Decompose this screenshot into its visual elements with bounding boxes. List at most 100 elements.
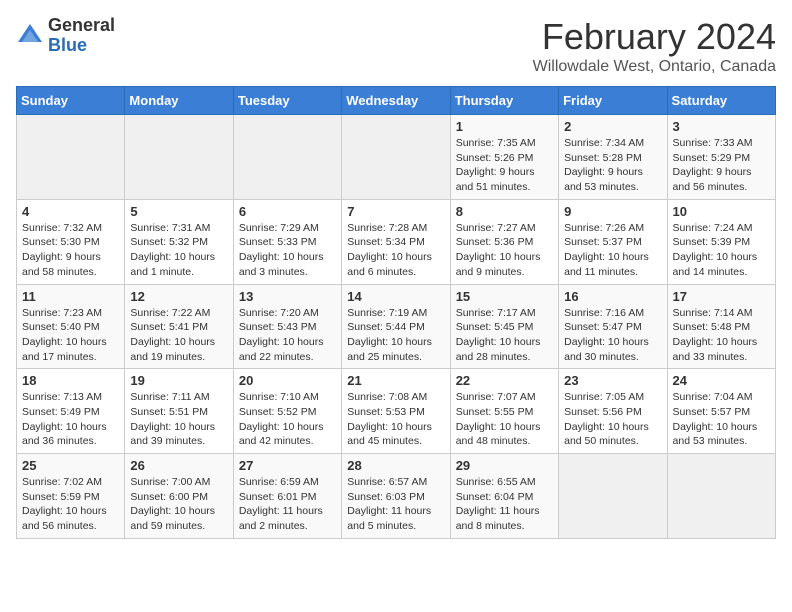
day-info: Sunrise: 7:08 AM Sunset: 5:53 PM Dayligh… bbox=[347, 390, 444, 449]
day-number: 10 bbox=[673, 204, 770, 219]
logo-blue-text: Blue bbox=[48, 35, 87, 55]
day-info: Sunrise: 7:35 AM Sunset: 5:26 PM Dayligh… bbox=[456, 136, 553, 195]
logo-general-text: General bbox=[48, 15, 115, 35]
calendar-cell: 2 Sunrise: 7:34 AM Sunset: 5:28 PM Daylig… bbox=[559, 115, 667, 200]
calendar-cell bbox=[559, 454, 667, 539]
day-number: 6 bbox=[239, 204, 336, 219]
day-info: Sunrise: 7:28 AM Sunset: 5:34 PM Dayligh… bbox=[347, 221, 444, 280]
day-number: 5 bbox=[130, 204, 227, 219]
day-info: Sunrise: 7:22 AM Sunset: 5:41 PM Dayligh… bbox=[130, 306, 227, 365]
day-info: Sunrise: 7:33 AM Sunset: 5:29 PM Dayligh… bbox=[673, 136, 770, 195]
header-saturday: Saturday bbox=[667, 87, 775, 115]
week-row-4: 18Sunrise: 7:13 AM Sunset: 5:49 PM Dayli… bbox=[17, 369, 776, 454]
subtitle: Willowdale West, Ontario, Canada bbox=[533, 58, 776, 76]
calendar-header-row: SundayMondayTuesdayWednesdayThursdayFrid… bbox=[17, 87, 776, 115]
calendar-cell: 21Sunrise: 7:08 AM Sunset: 5:53 PM Dayli… bbox=[342, 369, 450, 454]
day-number: 19 bbox=[130, 373, 227, 388]
day-info: Sunrise: 7:20 AM Sunset: 5:43 PM Dayligh… bbox=[239, 306, 336, 365]
day-info: Sunrise: 7:27 AM Sunset: 5:36 PM Dayligh… bbox=[456, 221, 553, 280]
day-number: 29 bbox=[456, 458, 553, 473]
calendar-cell: 15 Sunrise: 7:17 AM Sunset: 5:45 PM Dayli… bbox=[450, 284, 558, 369]
header-sunday: Sunday bbox=[17, 87, 125, 115]
day-number: 12 bbox=[130, 289, 227, 304]
week-row-1: 1Sunrise: 7:35 AM Sunset: 5:26 PM Daylig… bbox=[17, 115, 776, 200]
day-number: 15 bbox=[456, 289, 553, 304]
calendar-cell: 23 Sunrise: 7:05 AM Sunset: 5:56 PM Dayli… bbox=[559, 369, 667, 454]
week-row-3: 11 Sunrise: 7:23 AM Sunset: 5:40 PM Dayli… bbox=[17, 284, 776, 369]
header-monday: Monday bbox=[125, 87, 233, 115]
calendar-cell: 7 Sunrise: 7:28 AM Sunset: 5:34 PM Daylig… bbox=[342, 199, 450, 284]
logo-icon bbox=[16, 22, 44, 50]
day-number: 9 bbox=[564, 204, 661, 219]
day-info: Sunrise: 7:04 AM Sunset: 5:57 PM Dayligh… bbox=[673, 390, 770, 449]
calendar-table: SundayMondayTuesdayWednesdayThursdayFrid… bbox=[16, 86, 776, 539]
day-number: 20 bbox=[239, 373, 336, 388]
day-number: 8 bbox=[456, 204, 553, 219]
calendar-cell: 9 Sunrise: 7:26 AM Sunset: 5:37 PM Daylig… bbox=[559, 199, 667, 284]
day-number: 18 bbox=[22, 373, 119, 388]
calendar-cell: 6Sunrise: 7:29 AM Sunset: 5:33 PM Daylig… bbox=[233, 199, 341, 284]
day-number: 3 bbox=[673, 119, 770, 134]
header-friday: Friday bbox=[559, 87, 667, 115]
calendar-cell: 4 Sunrise: 7:32 AM Sunset: 5:30 PM Daylig… bbox=[17, 199, 125, 284]
day-info: Sunrise: 7:24 AM Sunset: 5:39 PM Dayligh… bbox=[673, 221, 770, 280]
title-area: February 2024 Willowdale West, Ontario, … bbox=[533, 16, 776, 76]
week-row-2: 4 Sunrise: 7:32 AM Sunset: 5:30 PM Daylig… bbox=[17, 199, 776, 284]
day-info: Sunrise: 7:10 AM Sunset: 5:52 PM Dayligh… bbox=[239, 390, 336, 449]
header-wednesday: Wednesday bbox=[342, 87, 450, 115]
calendar-cell: 28 Sunrise: 6:57 AM Sunset: 6:03 PM Dayli… bbox=[342, 454, 450, 539]
calendar-cell: 26Sunrise: 7:00 AM Sunset: 6:00 PM Dayli… bbox=[125, 454, 233, 539]
header-thursday: Thursday bbox=[450, 87, 558, 115]
day-number: 28 bbox=[347, 458, 444, 473]
calendar-cell: 16Sunrise: 7:16 AM Sunset: 5:47 PM Dayli… bbox=[559, 284, 667, 369]
calendar-cell: 10 Sunrise: 7:24 AM Sunset: 5:39 PM Dayli… bbox=[667, 199, 775, 284]
day-info: Sunrise: 6:59 AM Sunset: 6:01 PM Dayligh… bbox=[239, 475, 336, 534]
day-number: 11 bbox=[22, 289, 119, 304]
calendar-cell: 5 Sunrise: 7:31 AM Sunset: 5:32 PM Daylig… bbox=[125, 199, 233, 284]
calendar-cell: 13 Sunrise: 7:20 AM Sunset: 5:43 PM Dayli… bbox=[233, 284, 341, 369]
day-info: Sunrise: 7:02 AM Sunset: 5:59 PM Dayligh… bbox=[22, 475, 119, 534]
day-info: Sunrise: 7:31 AM Sunset: 5:32 PM Dayligh… bbox=[130, 221, 227, 280]
calendar-cell: 19Sunrise: 7:11 AM Sunset: 5:51 PM Dayli… bbox=[125, 369, 233, 454]
day-number: 13 bbox=[239, 289, 336, 304]
day-number: 16 bbox=[564, 289, 661, 304]
calendar-cell bbox=[125, 115, 233, 200]
day-info: Sunrise: 7:07 AM Sunset: 5:55 PM Dayligh… bbox=[456, 390, 553, 449]
day-info: Sunrise: 6:57 AM Sunset: 6:03 PM Dayligh… bbox=[347, 475, 444, 534]
calendar-cell: 22 Sunrise: 7:07 AM Sunset: 5:55 PM Dayli… bbox=[450, 369, 558, 454]
day-info: Sunrise: 7:34 AM Sunset: 5:28 PM Dayligh… bbox=[564, 136, 661, 195]
calendar-cell: 12 Sunrise: 7:22 AM Sunset: 5:41 PM Dayli… bbox=[125, 284, 233, 369]
day-number: 14 bbox=[347, 289, 444, 304]
calendar-cell: 14Sunrise: 7:19 AM Sunset: 5:44 PM Dayli… bbox=[342, 284, 450, 369]
logo: General Blue bbox=[16, 16, 115, 56]
day-number: 22 bbox=[456, 373, 553, 388]
day-number: 7 bbox=[347, 204, 444, 219]
header-tuesday: Tuesday bbox=[233, 87, 341, 115]
calendar-cell: 20 Sunrise: 7:10 AM Sunset: 5:52 PM Dayli… bbox=[233, 369, 341, 454]
day-number: 24 bbox=[673, 373, 770, 388]
day-number: 4 bbox=[22, 204, 119, 219]
day-number: 27 bbox=[239, 458, 336, 473]
calendar-cell: 25Sunrise: 7:02 AM Sunset: 5:59 PM Dayli… bbox=[17, 454, 125, 539]
header: General Blue February 2024 Willowdale We… bbox=[16, 16, 776, 76]
week-row-5: 25Sunrise: 7:02 AM Sunset: 5:59 PM Dayli… bbox=[17, 454, 776, 539]
calendar-cell bbox=[667, 454, 775, 539]
day-number: 2 bbox=[564, 119, 661, 134]
day-number: 23 bbox=[564, 373, 661, 388]
calendar-cell: 24 Sunrise: 7:04 AM Sunset: 5:57 PM Dayli… bbox=[667, 369, 775, 454]
day-info: Sunrise: 7:05 AM Sunset: 5:56 PM Dayligh… bbox=[564, 390, 661, 449]
day-info: Sunrise: 7:32 AM Sunset: 5:30 PM Dayligh… bbox=[22, 221, 119, 280]
main-title: February 2024 bbox=[533, 16, 776, 58]
day-number: 26 bbox=[130, 458, 227, 473]
day-info: Sunrise: 7:26 AM Sunset: 5:37 PM Dayligh… bbox=[564, 221, 661, 280]
calendar-cell: 29 Sunrise: 6:55 AM Sunset: 6:04 PM Dayli… bbox=[450, 454, 558, 539]
day-info: Sunrise: 6:55 AM Sunset: 6:04 PM Dayligh… bbox=[456, 475, 553, 534]
calendar-cell: 3 Sunrise: 7:33 AM Sunset: 5:29 PM Daylig… bbox=[667, 115, 775, 200]
calendar-cell: 11 Sunrise: 7:23 AM Sunset: 5:40 PM Dayli… bbox=[17, 284, 125, 369]
day-info: Sunrise: 7:17 AM Sunset: 5:45 PM Dayligh… bbox=[456, 306, 553, 365]
day-info: Sunrise: 7:14 AM Sunset: 5:48 PM Dayligh… bbox=[673, 306, 770, 365]
calendar-cell bbox=[17, 115, 125, 200]
calendar-cell bbox=[342, 115, 450, 200]
calendar-cell: 1Sunrise: 7:35 AM Sunset: 5:26 PM Daylig… bbox=[450, 115, 558, 200]
day-info: Sunrise: 7:23 AM Sunset: 5:40 PM Dayligh… bbox=[22, 306, 119, 365]
